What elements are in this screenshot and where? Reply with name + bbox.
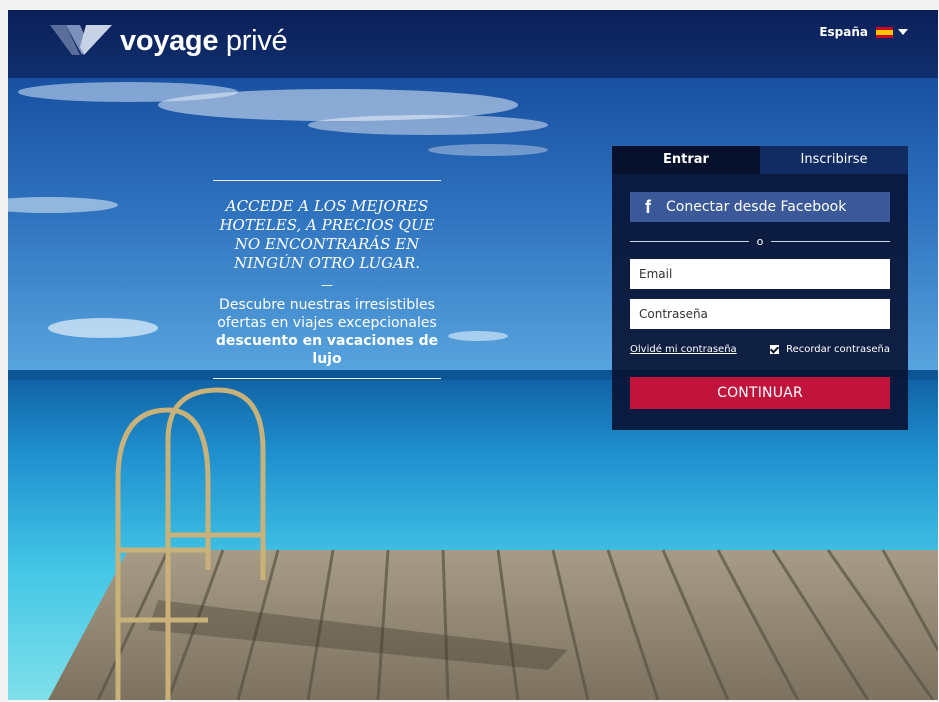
password-placeholder: Contraseña bbox=[639, 307, 708, 321]
password-field[interactable]: Contraseña bbox=[630, 299, 890, 329]
logo-mark-icon bbox=[50, 25, 112, 55]
chevron-down-icon bbox=[898, 29, 908, 35]
separator-line bbox=[771, 240, 891, 242]
email-placeholder: Email bbox=[639, 267, 673, 281]
or-separator: o bbox=[630, 234, 891, 248]
promo-block: ACCEDE A LOS MEJORES HOTELES, A PRECIOS … bbox=[213, 180, 441, 379]
promo-bottom-divider bbox=[213, 378, 441, 379]
login-tabs: Entrar Inscribirse bbox=[612, 146, 908, 174]
brand-name: voyage privé bbox=[120, 24, 288, 57]
promo-highlight: descuento en vacaciones de lujo bbox=[215, 333, 439, 367]
email-field[interactable]: Email bbox=[630, 259, 890, 289]
remember-me[interactable]: Recordar contraseña bbox=[770, 344, 890, 355]
facebook-login-label: Conectar desde Facebook bbox=[666, 199, 847, 215]
spain-flag-icon bbox=[876, 26, 893, 38]
country-label: España bbox=[819, 25, 868, 39]
login-panel: Entrar Inscribirse f Conectar desde Face… bbox=[612, 146, 908, 430]
tab-entrar[interactable]: Entrar bbox=[612, 146, 760, 174]
brand-logo[interactable]: voyage privé bbox=[50, 21, 288, 61]
facebook-icon: f bbox=[645, 196, 651, 217]
remember-label: Recordar contraseña bbox=[786, 343, 890, 355]
remember-checkbox[interactable] bbox=[770, 344, 780, 354]
header-bar: voyage privé España bbox=[8, 10, 938, 78]
separator-text: o bbox=[756, 234, 764, 248]
continue-button[interactable]: CONTINUAR bbox=[630, 377, 890, 409]
promo-dash: — bbox=[321, 278, 333, 292]
separator-line bbox=[630, 240, 749, 242]
page: voyage privé España ACCEDE A LOS MEJORES… bbox=[8, 10, 938, 700]
tab-inscribirse[interactable]: Inscribirse bbox=[760, 146, 908, 174]
login-options: Olvidé mi contraseña Recordar contraseña bbox=[630, 342, 890, 356]
promo-body: Descubre nuestras irresistibles ofertas … bbox=[215, 297, 439, 367]
promo-headline: ACCEDE A LOS MEJORES HOTELES, A PRECIOS … bbox=[219, 197, 435, 272]
promo-top-divider bbox=[213, 180, 441, 181]
forgot-password-link[interactable]: Olvidé mi contraseña bbox=[630, 344, 737, 355]
country-selector[interactable]: España bbox=[819, 25, 908, 39]
facebook-login-button[interactable]: f Conectar desde Facebook bbox=[630, 192, 890, 222]
